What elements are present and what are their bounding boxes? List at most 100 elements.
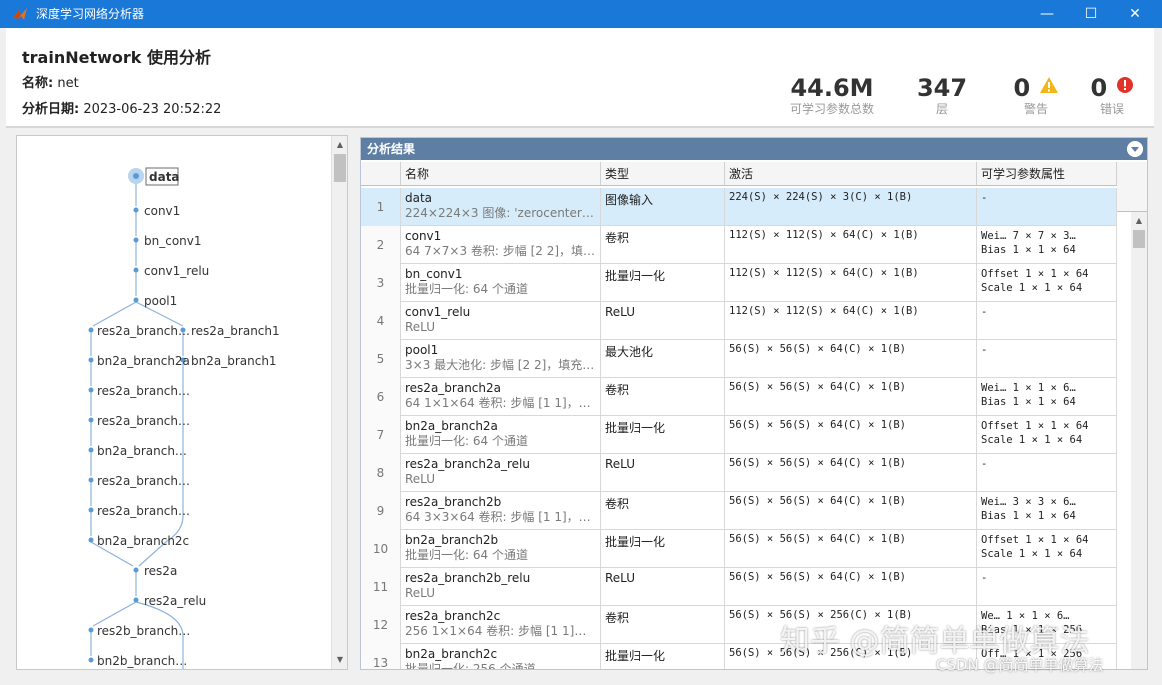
- layer-description: 64 1×1×64 卷积: 步幅 [1 1]，填充...: [405, 396, 596, 410]
- scroll-down-icon[interactable]: ▼: [335, 655, 345, 665]
- learnable-prop-1: Offset 1 × 1 × 64: [981, 420, 1089, 432]
- learnables-cell: -: [977, 340, 1117, 378]
- table-row[interactable]: 1 data 224×224×3 图像: 'zerocenter' 归... 图像输入…: [361, 188, 1117, 226]
- graph-scrollbar[interactable]: ▲ ▼: [331, 136, 347, 669]
- title-bar[interactable]: 深度学习网络分析器 — ☐ ✕: [0, 0, 1162, 28]
- page-title: trainNetwork 使用分析: [22, 48, 211, 67]
- layer-name: bn2a_branch2a: [405, 419, 498, 433]
- column-header-type[interactable]: 类型: [601, 162, 725, 186]
- graph-node-label[interactable]: conv1_relu: [144, 264, 209, 278]
- graph-node-label[interactable]: res2a_branch…: [97, 474, 190, 488]
- name-value: net: [57, 76, 79, 91]
- table-row[interactable]: 2 conv1 64 7×7×3 卷积: 步幅 [2 2]，填充 [... 卷积 112…: [361, 226, 1117, 264]
- graph-node-label[interactable]: bn2b_branch…: [97, 654, 187, 668]
- graph-node-label[interactable]: bn2a_branch1: [191, 354, 277, 368]
- scroll-up-icon[interactable]: ▲: [1134, 216, 1144, 226]
- learnable-prop-2: Scale 1 × 1 × 64: [981, 282, 1083, 294]
- graph-node-label[interactable]: data: [149, 170, 180, 184]
- layer-name-cell: data 224×224×3 图像: 'zerocenter' 归...: [401, 188, 601, 226]
- table-row[interactable]: 5 pool1 3×3 最大池化: 步幅 [2 2]，填充 [0... 最大池化 56(…: [361, 340, 1117, 378]
- graph-node-label[interactable]: conv1: [144, 204, 180, 218]
- layer-name-cell: bn_conv1 批量归一化: 64 个通道: [401, 264, 601, 302]
- learnable-prop-2: Bias 1 × 1 × 64: [981, 510, 1076, 522]
- stat-value: 0: [1013, 74, 1031, 102]
- layer-name-cell: res2a_branch2b 64 3×3×64 卷积: 步幅 [1 1]，填充.…: [401, 492, 601, 530]
- collapse-icon[interactable]: [1127, 141, 1143, 157]
- layer-description: ReLU: [405, 586, 436, 600]
- graph-node-label[interactable]: bn_conv1: [144, 234, 202, 248]
- table-row[interactable]: 4 conv1_relu ReLU ReLU 112(S) × 112(S) × 64(…: [361, 302, 1117, 340]
- row-index: 4: [361, 302, 401, 340]
- minimize-button[interactable]: —: [1024, 0, 1070, 28]
- analysis-header: trainNetwork 使用分析 名称: net 分析日期: 2023-06-…: [6, 28, 1154, 126]
- row-index: 6: [361, 378, 401, 416]
- layer-description: 224×224×3 图像: 'zerocenter' 归...: [405, 206, 596, 220]
- layer-description: 64 7×7×3 卷积: 步幅 [2 2]，填充 [...: [405, 244, 596, 258]
- results-scrollbar[interactable]: ▲ ▼: [1131, 212, 1147, 669]
- stat-warnings[interactable]: 0 警告: [1006, 74, 1066, 116]
- scroll-up-icon[interactable]: ▲: [335, 140, 345, 150]
- layer-type: 卷积: [601, 378, 725, 416]
- layer-description: 64 3×3×64 卷积: 步幅 [1 1]，填充...: [405, 510, 596, 524]
- graph-node-label[interactable]: pool1: [144, 294, 177, 308]
- stat-layers: 347 层: [912, 74, 972, 116]
- column-header-name[interactable]: 名称: [401, 162, 601, 186]
- learnable-prop-2: Bias 1 × 1 × 64: [981, 396, 1076, 408]
- layer-name-cell: conv1 64 7×7×3 卷积: 步幅 [2 2]，填充 [...: [401, 226, 601, 264]
- layer-type: ReLU: [601, 454, 725, 492]
- graph-node-label[interactable]: res2a_relu: [144, 594, 206, 608]
- warning-icon: [1039, 77, 1058, 93]
- graph-node-label[interactable]: res2a_branch…: [97, 324, 190, 338]
- learnable-prop-1: Wei… 7 × 7 × 3…: [981, 230, 1076, 242]
- learnable-prop-2: Scale 1 × 1 × 64: [981, 548, 1083, 560]
- learnables-cell: -: [977, 302, 1117, 340]
- close-button[interactable]: ✕: [1112, 0, 1158, 28]
- layer-description: 批量归一化: 64 个通道: [405, 434, 528, 448]
- graph-node-label[interactable]: res2a_branch1: [191, 324, 280, 338]
- layer-name: res2a_branch2a: [405, 381, 501, 395]
- layer-graph[interactable]: data conv1 bn_conv1 conv1_relu pool1 res…: [17, 136, 333, 670]
- table-row[interactable]: 3 bn_conv1 批量归一化: 64 个通道 批量归一化 112(S) × 112(…: [361, 264, 1117, 302]
- graph-node-label[interactable]: res2a: [144, 564, 177, 578]
- results-table[interactable]: 名称 类型 激活 可学习参数属性 1 data 224×224×3 图像: 'zer…: [361, 162, 1147, 669]
- scroll-thumb[interactable]: [1133, 230, 1145, 248]
- learnables-cell: Wei… 3 × 3 × 6… Bias 1 × 1 × 64: [977, 492, 1117, 530]
- column-header-learnables[interactable]: 可学习参数属性: [977, 162, 1117, 186]
- layer-type: 卷积: [601, 492, 725, 530]
- table-row[interactable]: 11 res2a_branch2b_relu ReLU ReLU 56(S) × 56(…: [361, 568, 1117, 606]
- layer-type: ReLU: [601, 302, 725, 340]
- layer-type: 批量归一化: [601, 416, 725, 454]
- graph-node-label[interactable]: bn2a_branch…: [97, 444, 187, 458]
- table-row[interactable]: 9 res2a_branch2b 64 3×3×64 卷积: 步幅 [1 1]，填充…: [361, 492, 1117, 530]
- table-row[interactable]: 10 bn2a_branch2b 批量归一化: 64 个通道 批量归一化 56(S) ×…: [361, 530, 1117, 568]
- activation-size: 112(S) × 112(S) × 64(C) × 1(B): [725, 264, 977, 302]
- graph-node-label[interactable]: res2b_branch…: [97, 624, 190, 638]
- analysis-date-line: 分析日期: 2023-06-23 20:52:22: [22, 98, 221, 117]
- column-header-index[interactable]: [361, 162, 401, 186]
- column-header-activation[interactable]: 激活: [725, 162, 977, 186]
- network-graph-panel[interactable]: data conv1 bn_conv1 conv1_relu pool1 res…: [16, 135, 348, 670]
- table-row[interactable]: 6 res2a_branch2a 64 1×1×64 卷积: 步幅 [1 1]，填充…: [361, 378, 1117, 416]
- graph-node-label[interactable]: res2a_branch…: [97, 504, 190, 518]
- graph-node-label[interactable]: bn2a_branch2a: [97, 354, 190, 368]
- layer-name: pool1: [405, 343, 439, 357]
- layer-type: 批量归一化: [601, 644, 725, 669]
- learnable-prop-1: -: [981, 192, 988, 204]
- stat-label: 警告: [1023, 102, 1048, 116]
- learnables-cell: Offset 1 × 1 × 64 Scale 1 × 1 × 64: [977, 264, 1117, 302]
- graph-node-label[interactable]: res2a_branch…: [97, 414, 190, 428]
- stat-errors[interactable]: 0 错误: [1082, 74, 1142, 116]
- row-index: 3: [361, 264, 401, 302]
- table-row[interactable]: 7 bn2a_branch2a 批量归一化: 64 个通道 批量归一化 56(S) × …: [361, 416, 1117, 454]
- table-row[interactable]: 8 res2a_branch2a_relu ReLU ReLU 56(S) × 56(S…: [361, 454, 1117, 492]
- activation-size: 56(S) × 56(S) × 64(C) × 1(B): [725, 530, 977, 568]
- graph-node-label[interactable]: res2a_branch…: [97, 384, 190, 398]
- learnables-cell: Wei… 7 × 7 × 3… Bias 1 × 1 × 64: [977, 226, 1117, 264]
- learnable-prop-1: -: [981, 572, 988, 584]
- layer-name: bn2a_branch2c: [405, 647, 498, 661]
- maximize-button[interactable]: ☐: [1068, 0, 1114, 28]
- learnable-prop-1: Offset 1 × 1 × 64: [981, 534, 1089, 546]
- scroll-thumb[interactable]: [334, 154, 346, 182]
- layer-description: 3×3 最大池化: 步幅 [2 2]，填充 [0...: [405, 358, 596, 372]
- graph-node-label[interactable]: bn2a_branch2c: [97, 534, 189, 548]
